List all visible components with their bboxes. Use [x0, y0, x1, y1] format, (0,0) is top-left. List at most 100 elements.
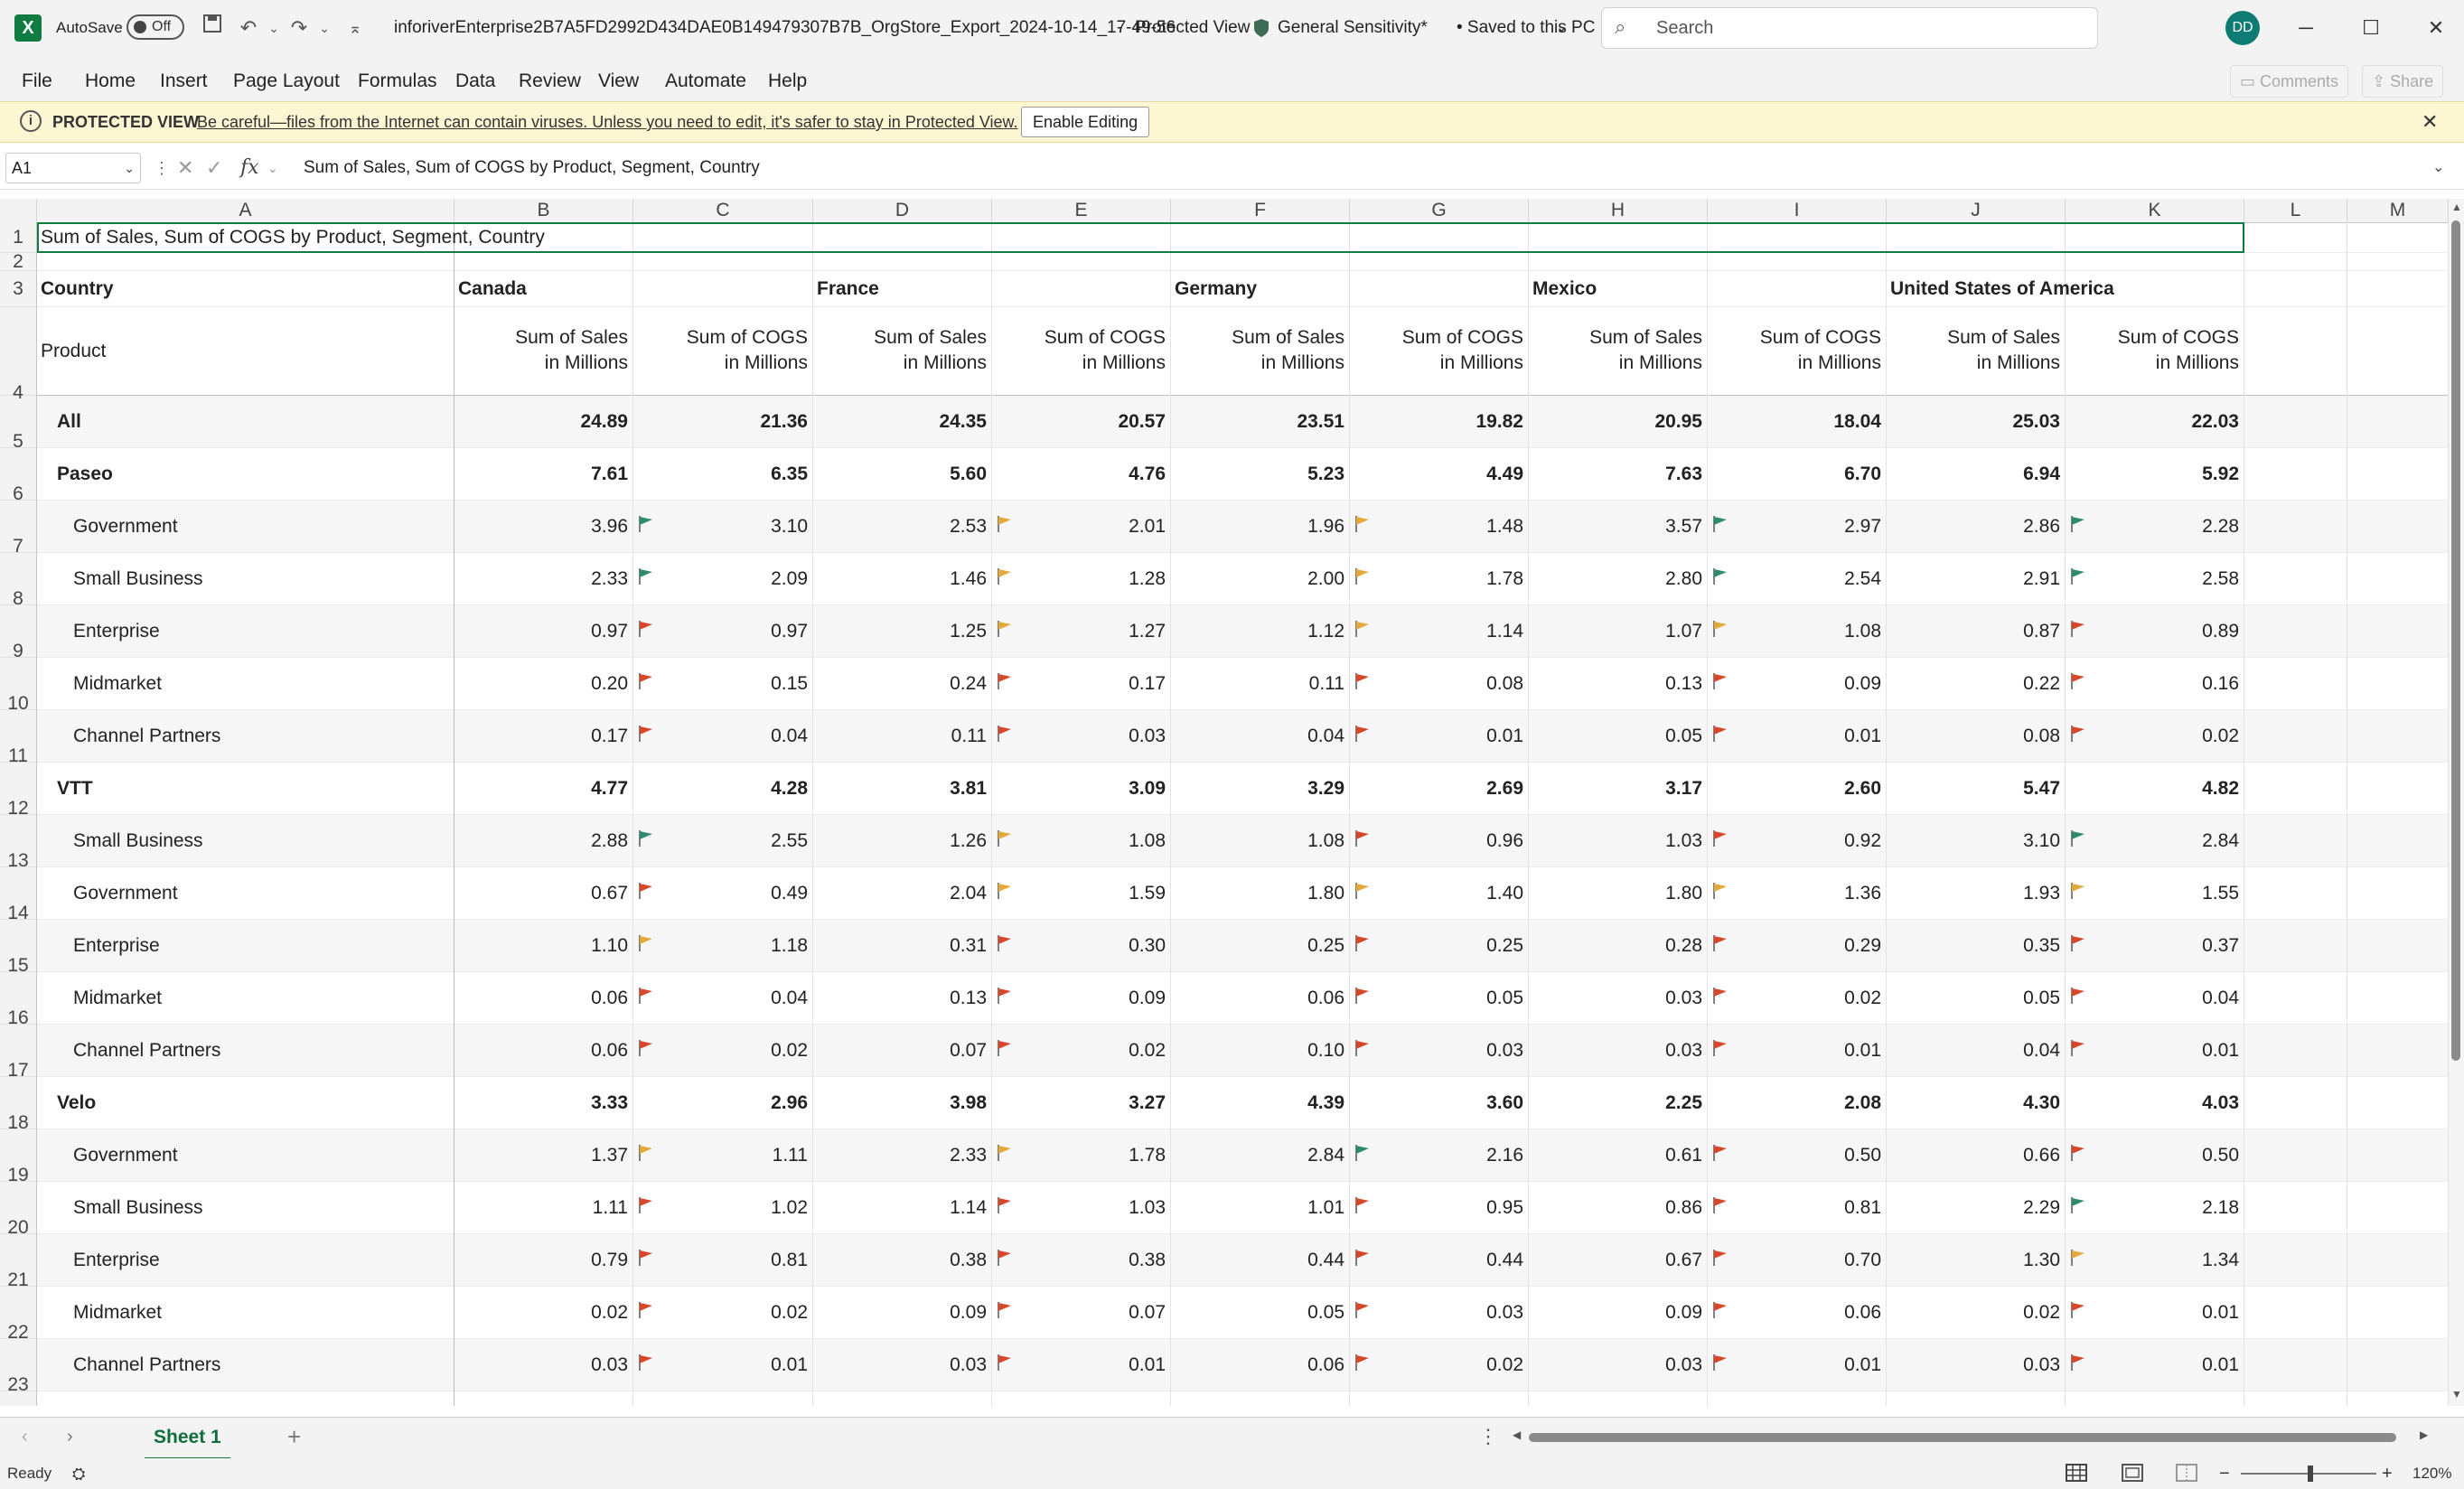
sheet-tab-sheet1[interactable]: Sheet 1 [145, 1418, 230, 1460]
row-header[interactable]: 22 [0, 1287, 36, 1343]
column-header-i[interactable]: I [1708, 199, 1887, 222]
search-box[interactable]: ⌕ Search [1601, 7, 2098, 49]
row-header[interactable]: 8 [0, 553, 36, 609]
column-header-j[interactable]: J [1887, 199, 2066, 222]
flag-icon [2069, 829, 2087, 848]
menu-help[interactable]: Help [768, 56, 807, 107]
scroll-right-icon[interactable]: ▶ [2420, 1428, 2428, 1441]
row-header[interactable]: 1 [0, 222, 36, 253]
avatar[interactable]: DD [2225, 11, 2260, 45]
protected-view-message[interactable]: Be careful—files from the Internet can c… [197, 102, 1018, 142]
scroll-up-icon[interactable]: ▲ [2451, 201, 2462, 213]
more-options-icon[interactable]: ⋮ [1478, 1425, 1498, 1448]
prev-sheet-icon[interactable]: ‹ [22, 1427, 28, 1447]
column-header-l[interactable]: L [2244, 199, 2347, 222]
menu-file[interactable]: File [22, 56, 52, 107]
menu-insert[interactable]: Insert [160, 56, 208, 107]
name-box[interactable]: A1 ⌄ [5, 153, 141, 183]
minimize-icon[interactable]: ─ [2273, 0, 2338, 56]
column-header-h[interactable]: H [1529, 199, 1708, 222]
enable-editing-button[interactable]: Enable Editing [1021, 107, 1150, 137]
share-button[interactable]: ⇪ Share [2362, 65, 2444, 98]
row-header[interactable]: 17 [0, 1025, 36, 1081]
row-header[interactable]: 11 [0, 710, 36, 766]
column-header-b[interactable]: B [454, 199, 633, 222]
sensitivity-label[interactable]: General Sensitivity* [1278, 0, 1428, 56]
add-sheet-icon[interactable]: + [287, 1423, 301, 1451]
scroll-down-icon[interactable]: ▼ [2451, 1388, 2462, 1400]
expand-formula-icon[interactable]: ⌄ [2432, 153, 2444, 183]
menu-page-layout[interactable]: Page Layout [233, 56, 340, 107]
column-header-g[interactable]: G [1350, 199, 1529, 222]
column-header-m[interactable]: M [2347, 199, 2449, 222]
menu-data[interactable]: Data [455, 56, 495, 107]
accessibility-icon[interactable]: ⛭ [72, 1458, 85, 1489]
more-options-icon[interactable]: ⋮ [154, 153, 170, 183]
zoom-slider-thumb[interactable] [2308, 1466, 2313, 1482]
vertical-scrollbar[interactable]: ▲ ▼ [2449, 199, 2464, 1406]
row-header[interactable]: 5 [0, 396, 36, 452]
maximize-icon[interactable]: ☐ [2338, 0, 2403, 56]
formula-text[interactable]: Sum of Sales, Sum of COGS by Product, Se… [304, 153, 760, 183]
row-header[interactable]: 7 [0, 501, 36, 557]
row-header[interactable]: 16 [0, 972, 36, 1028]
row-header[interactable]: 4 [0, 307, 36, 403]
menu-home[interactable]: Home [85, 56, 136, 107]
row-header[interactable]: 15 [0, 920, 36, 976]
row-header[interactable]: 13 [0, 815, 36, 871]
select-all-corner[interactable] [0, 199, 37, 222]
row-header[interactable]: 23 [0, 1339, 36, 1395]
scroll-left-icon[interactable]: ◀ [1513, 1428, 1521, 1441]
close-icon[interactable]: ✕ [2422, 102, 2438, 142]
chevron-down-icon[interactable]: ⌄ [267, 153, 278, 183]
column-header-k[interactable]: K [2066, 199, 2244, 222]
chevron-down-icon[interactable]: ⌄ [1556, 0, 1568, 56]
menu-formulas[interactable]: Formulas [358, 56, 437, 107]
redo-dropdown-icon[interactable]: ⌄ [309, 13, 340, 43]
cancel-icon[interactable]: ✕ [177, 153, 193, 183]
zoom-in-icon[interactable]: + [2382, 1458, 2393, 1489]
autosave-toggle[interactable]: Off [126, 14, 184, 40]
spreadsheet-grid[interactable]: Sum of Sales, Sum of COGS by Product, Se… [37, 222, 2449, 1406]
page-break-view-icon[interactable] [2176, 1464, 2197, 1486]
zoom-level[interactable]: 120% [2412, 1458, 2451, 1489]
row-header[interactable]: 3 [0, 271, 36, 307]
close-icon[interactable]: ✕ [2403, 0, 2464, 56]
customize-toolbar-icon[interactable]: ⌅ [340, 13, 370, 43]
column-header-e[interactable]: E [992, 199, 1171, 222]
insert-function-icon[interactable]: fx [240, 153, 259, 183]
flag-icon [1354, 1353, 1372, 1372]
column-header-f[interactable]: F [1171, 199, 1350, 222]
row-header[interactable]: 18 [0, 1077, 36, 1133]
next-sheet-icon[interactable]: › [67, 1427, 73, 1447]
menu-view[interactable]: View [598, 56, 639, 107]
enter-icon[interactable]: ✓ [206, 153, 222, 183]
measure-unit: in Millions [1976, 352, 2060, 373]
page-layout-view-icon[interactable] [2122, 1464, 2143, 1486]
row-header[interactable]: 20 [0, 1182, 36, 1238]
row-header[interactable]: 21 [0, 1234, 36, 1290]
zoom-slider[interactable] [2241, 1466, 2376, 1482]
row-header[interactable]: 19 [0, 1129, 36, 1185]
column-header-d[interactable]: D [813, 199, 992, 222]
row-header[interactable]: 6 [0, 448, 36, 504]
horizontal-scrollbar[interactable]: ◀ ▶ [1513, 1428, 2431, 1445]
menu-review[interactable]: Review [519, 56, 581, 107]
zoom-out-icon[interactable]: − [2219, 1458, 2230, 1489]
row-header[interactable]: 14 [0, 867, 36, 923]
row-header[interactable]: 9 [0, 605, 36, 661]
horizontal-scroll-thumb[interactable] [1529, 1433, 2396, 1442]
vertical-scroll-thumb[interactable] [2451, 220, 2460, 1061]
menu-automate[interactable]: Automate [665, 56, 746, 107]
row-header[interactable]: 2 [0, 252, 36, 271]
saved-status[interactable]: • Saved to this PC [1457, 0, 1595, 56]
menu-bar: File Home Insert Page Layout Formulas Da… [0, 56, 2464, 107]
normal-view-icon[interactable] [2066, 1464, 2087, 1486]
save-icon[interactable] [197, 13, 228, 43]
column-header-a[interactable]: A [37, 199, 454, 222]
comments-button[interactable]: ▭ Comments [2230, 65, 2349, 98]
flag-icon [637, 986, 655, 1006]
column-header-c[interactable]: C [633, 199, 813, 222]
row-header[interactable]: 12 [0, 763, 36, 819]
row-header[interactable]: 10 [0, 658, 36, 714]
